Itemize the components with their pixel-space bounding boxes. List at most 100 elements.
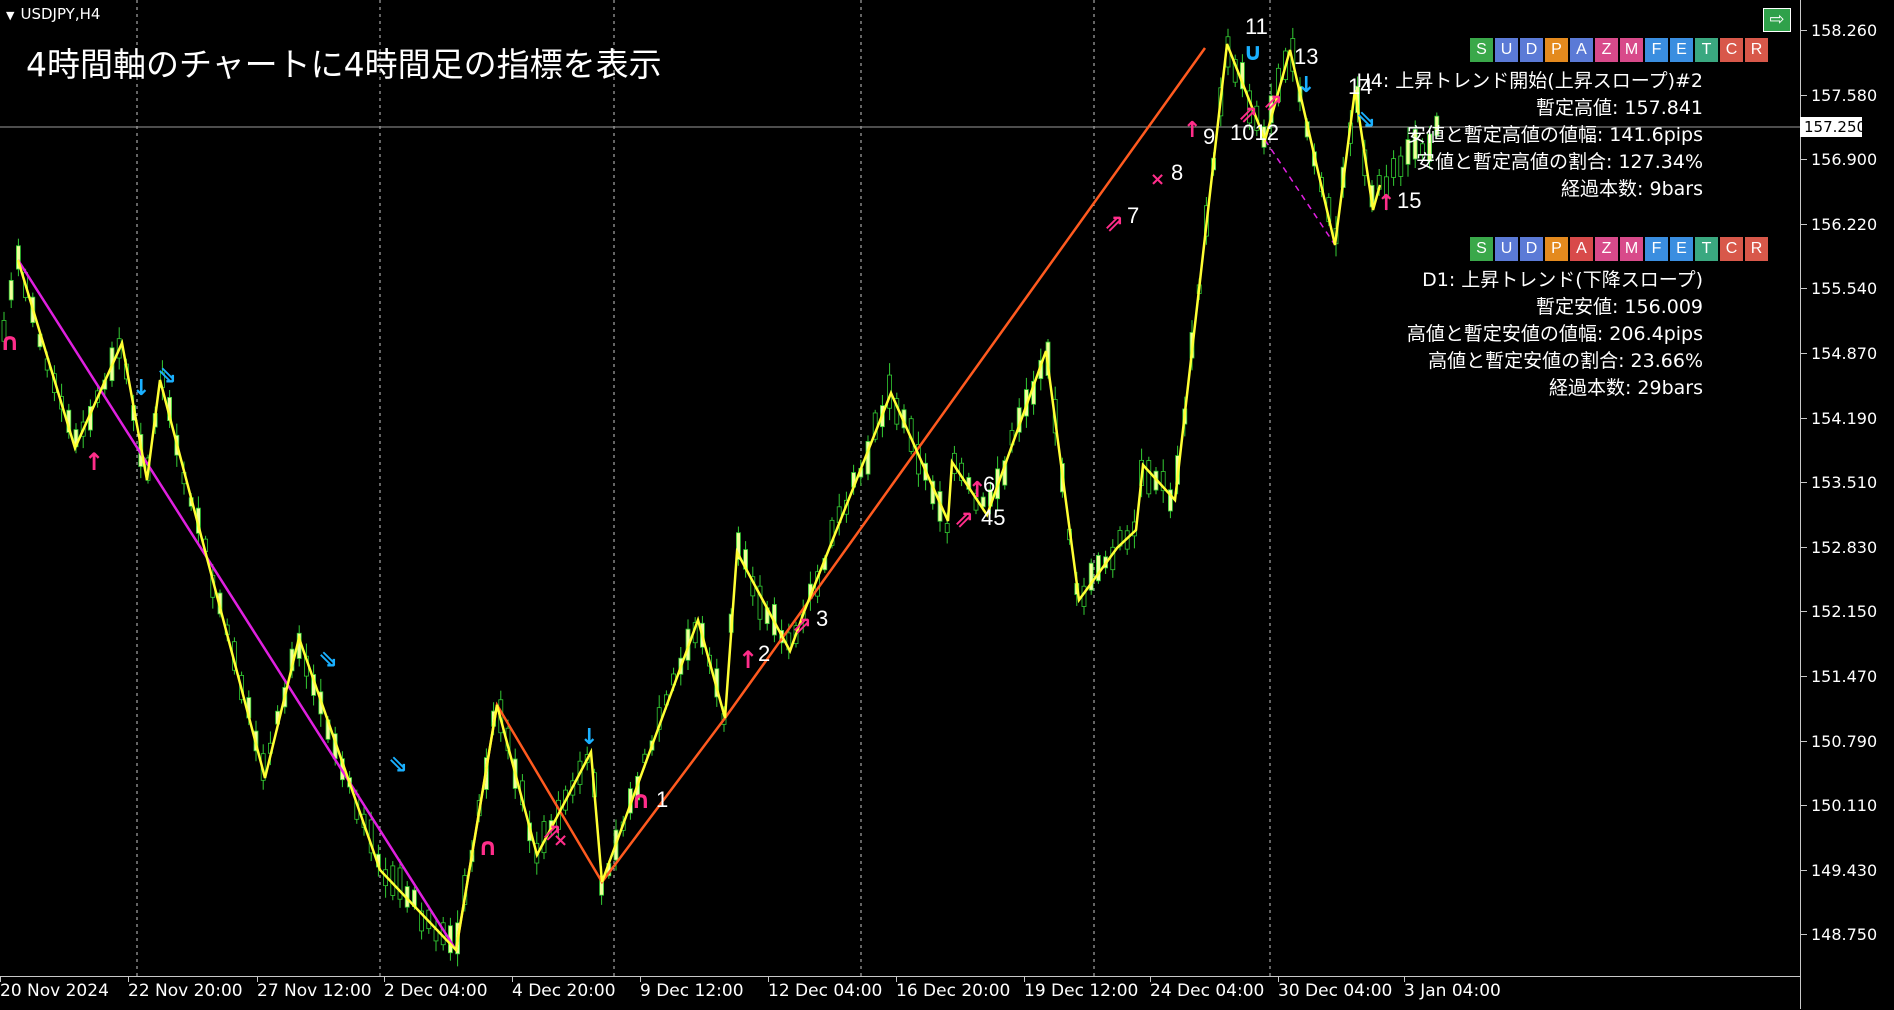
point-label: 3 (816, 606, 829, 631)
time-tick-label: 9 Dec 12:00 (640, 977, 744, 1001)
down-right-arrow-icon: ⇘ (388, 750, 408, 778)
indicator-toggle-button[interactable]: P (1545, 38, 1568, 62)
time-tick-label: 19 Dec 12:00 (1024, 977, 1139, 1001)
chart-area[interactable]: ↑ ↑ ↑ ↑ ↑ ⇗ ⇗ ⇗ ⇗ ⇗ ⇗ ↓ ↓ ↓ ⇘ ⇘ ⇘ ⇘ ∩ ∩ ∩ ∪ × × ▼ USDJPY,H4 4時間軸… (0, 0, 1800, 976)
indicator-toggle-button[interactable]: D (1520, 237, 1543, 261)
time-tick-label: 4 Dec 20:00 (512, 977, 616, 1001)
point-label: 14 (1348, 74, 1373, 99)
down-arrow-icon: ↓ (1297, 73, 1315, 98)
symbol-label: ▼ USDJPY,H4 (6, 5, 101, 23)
indicator-toggle-button[interactable]: E (1670, 237, 1693, 261)
down-right-arrow-icon: ⇘ (318, 645, 338, 673)
cross-icon: × (553, 830, 568, 851)
uptrend-line (454, 47, 1207, 951)
down-arrow-icon: ↓ (132, 376, 150, 401)
price-tick-label: 148.750 (1800, 925, 1878, 945)
indicator-toggle-button[interactable]: C (1720, 38, 1743, 62)
point-label: 9 (1203, 124, 1216, 149)
price-tick-label: 158.260 (1800, 21, 1878, 40)
d1-range-pips: 高値と暫定安値の値幅: 206.4pips (1406, 323, 1703, 345)
indicator-toggle-button[interactable]: T (1695, 38, 1718, 62)
d1-elapsed-bars: 経過本数: 29bars (1548, 377, 1703, 399)
price-tick-label: 152.150 (1800, 602, 1878, 622)
price-tick-label: 157.580 (1800, 85, 1878, 105)
current-price-tag: 157.250 (1800, 117, 1866, 137)
time-tick-label: 12 Dec 04:00 (768, 977, 883, 1001)
up-right-arrow-icon: ⇗ (1263, 88, 1283, 116)
indicator-toggle-button[interactable]: U (1495, 38, 1518, 62)
indicator-toggle-button[interactable]: U (1495, 237, 1518, 261)
point-label: 1 (656, 787, 669, 812)
point-label: 8 (1171, 160, 1184, 185)
indicator-toggle-button[interactable]: F (1645, 38, 1668, 62)
d1-trend-text: D1: 上昇トレンド(下降スロープ) (1422, 269, 1703, 291)
up-right-arrow-icon: ⇗ (954, 505, 974, 533)
price-tick-label: 149.430 (1800, 860, 1878, 880)
time-tick-label: 2 Dec 04:00 (384, 977, 488, 1001)
magnet-icon: ∪ (1243, 38, 1263, 66)
downtrend-line (16, 259, 458, 951)
indicator-toggle-button[interactable]: C (1720, 237, 1743, 261)
time-tick-label: 24 Dec 04:00 (1150, 977, 1265, 1001)
magnet-icon: ∩ (631, 786, 651, 814)
up-right-arrow-icon: ⇗ (792, 611, 812, 639)
price-tick-label: 150.790 (1800, 731, 1878, 751)
candle-body (944, 523, 950, 534)
d1-range-ratio: 高値と暫定安値の割合: 23.66% (1428, 350, 1703, 372)
time-tick-label: 3 Jan 04:00 (1404, 977, 1501, 1001)
indicator-toggle-button[interactable]: P (1545, 237, 1568, 261)
h4-provisional-high: 暫定高値: 157.841 (1535, 97, 1703, 119)
indicator-toggle-button[interactable]: S (1470, 38, 1493, 62)
arrow-right-icon[interactable]: ⇨ (1763, 8, 1791, 32)
price-axis[interactable]: 158.260 157.580 156.900 156.220 155.540 154.8… (1800, 0, 1894, 1009)
price-tick-label: 154.870 (1800, 344, 1878, 363)
time-tick-label: 20 Nov 2024 (0, 977, 109, 1001)
indicator-toggle-button[interactable]: A (1570, 237, 1593, 261)
time-tick-label: 30 Dec 04:00 (1278, 977, 1393, 1001)
indicator-toggle-button[interactable]: E (1670, 38, 1693, 62)
price-tick-label: 156.900 (1800, 150, 1878, 170)
up-arrow-icon: ↑ (84, 448, 104, 476)
indicator-toggle-button[interactable]: M (1620, 38, 1643, 62)
candle-body (1146, 460, 1152, 495)
indicator-toggle-button[interactable]: R (1745, 237, 1768, 261)
h4-trend-text: H4: 上昇トレンド開始(上昇スロープ)#2 (1356, 70, 1703, 92)
indicator-toggle-button[interactable]: R (1745, 38, 1768, 62)
time-tick-label: 22 Nov 20:00 (128, 977, 243, 1001)
point-label: 13 (1294, 44, 1319, 69)
price-tick-label: 153.510 (1800, 473, 1878, 493)
indicator-toggle-button[interactable]: S (1470, 237, 1493, 261)
time-tick-label: 27 Nov 12:00 (257, 977, 372, 1001)
indicator-toggle-button[interactable]: Z (1595, 38, 1618, 62)
up-arrow-icon: ↑ (1183, 118, 1201, 143)
point-label: 2 (758, 641, 771, 666)
point-label: 1012 (1230, 120, 1279, 145)
indicator-toggle-button[interactable]: A (1570, 38, 1593, 62)
indicator-button-row-h4: SUDPAZMFETCR (1470, 38, 1768, 62)
price-tick-label: 150.110 (1800, 796, 1878, 816)
indicator-toggle-button[interactable]: F (1645, 237, 1668, 261)
indicator-toggle-button[interactable]: T (1695, 237, 1718, 261)
cross-icon: × (1150, 169, 1165, 190)
d1-provisional-low: 暫定安値: 156.009 (1535, 296, 1703, 318)
time-axis[interactable]: 20 Nov 2024 22 Nov 20:00 27 Nov 12:00 2 Dec… (0, 976, 1800, 1010)
h4-range-ratio: 安値と暫定高値の割合: 127.34% (1416, 151, 1703, 173)
indicator-toggle-button[interactable]: M (1620, 237, 1643, 261)
chart-title: 4時間軸のチャートに4時間足の指標を表示 (26, 45, 662, 84)
candle-body (397, 867, 403, 900)
price-tick-label: 151.470 (1800, 667, 1878, 686)
magnet-icon: ∩ (478, 833, 498, 861)
price-tick-label: 156.220 (1800, 214, 1878, 234)
price-tick-label: 155.540 (1800, 279, 1878, 299)
h4-range-pips: 安値と暫定高値の値幅: 141.6pips (1406, 124, 1703, 146)
time-tick-label: 16 Dec 20:00 (896, 977, 1011, 1001)
point-label: 15 (1397, 188, 1422, 213)
point-label: 45 (981, 505, 1006, 530)
up-right-arrow-icon: ⇗ (1104, 209, 1124, 237)
indicator-toggle-button[interactable]: D (1520, 38, 1543, 62)
point-label: 6 (983, 472, 996, 497)
down-right-arrow-icon: ⇘ (157, 361, 177, 389)
price-tick-label: 152.830 (1800, 537, 1878, 557)
indicator-button-row-d1: SUDPAZMFETCR (1470, 237, 1768, 261)
indicator-toggle-button[interactable]: Z (1595, 237, 1618, 261)
